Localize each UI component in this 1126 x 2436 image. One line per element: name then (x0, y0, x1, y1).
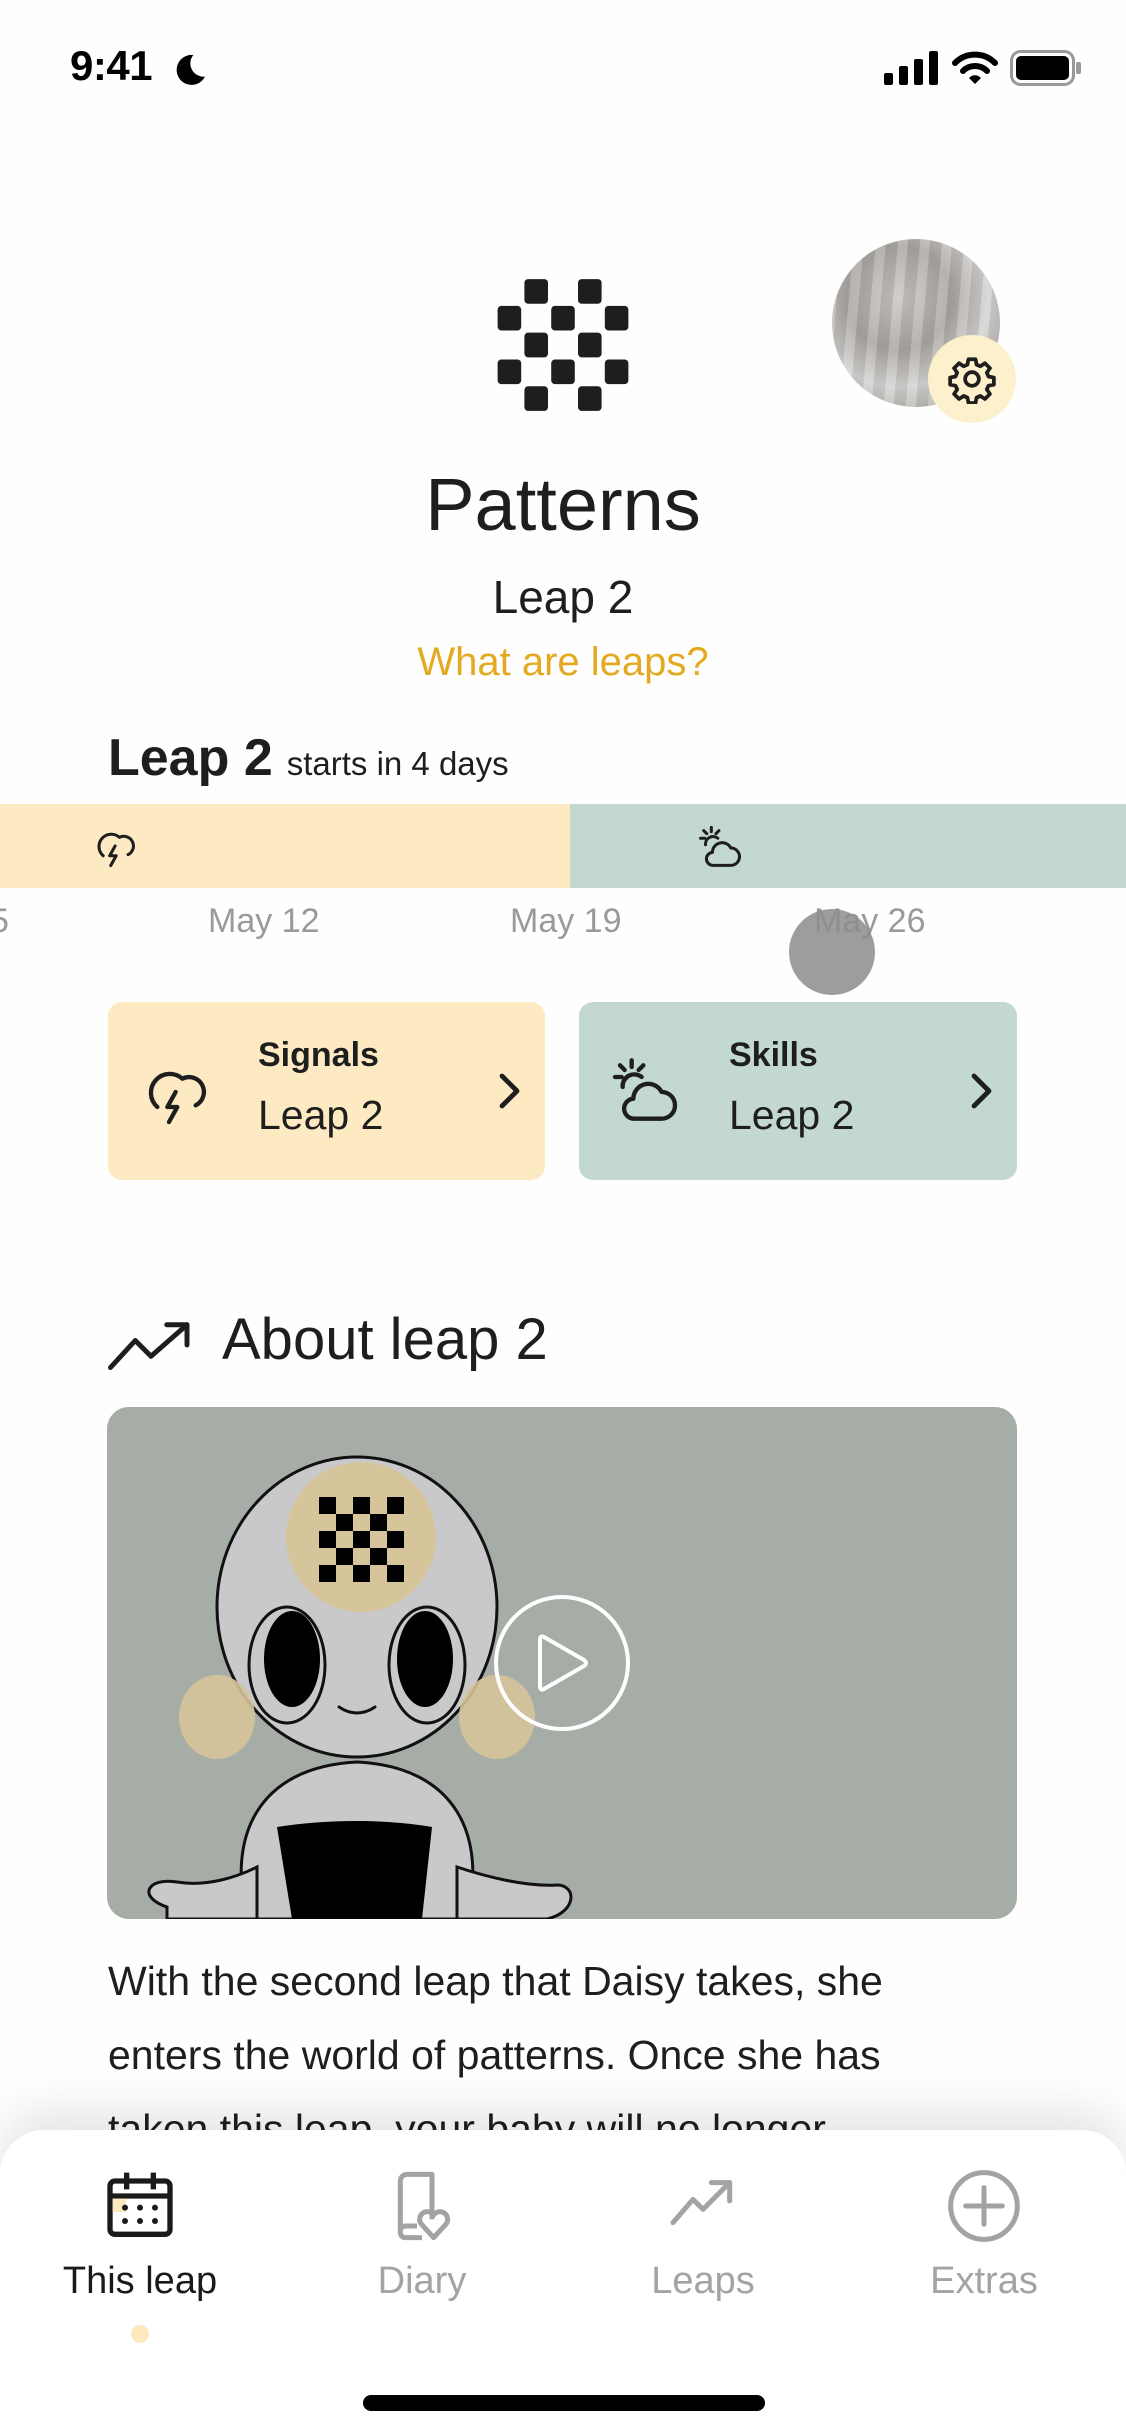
pattern-square (497, 359, 522, 385)
pattern-square (551, 305, 575, 331)
pattern-square (604, 305, 629, 331)
signals-card-subtitle: Leap 2 (258, 1092, 384, 1138)
timeline-signals-phase[interactable] (0, 804, 570, 888)
illustration-square (353, 1497, 370, 1514)
storm-cloud-icon (148, 1071, 207, 1125)
signals-card[interactable]: Signals Leap 2 (108, 1002, 545, 1180)
illustration-square (370, 1548, 387, 1565)
sun-cloud-icon (612, 1058, 678, 1121)
illustration-square (319, 1565, 336, 1582)
trending-up-icon (108, 1322, 190, 1370)
skills-card[interactable]: Skills Leap 2 (579, 1002, 1017, 1180)
timeline-skills-phase[interactable] (570, 804, 1126, 888)
illustration-square (387, 1531, 404, 1548)
cellular-signal-icon (884, 51, 938, 85)
pattern-square (524, 332, 548, 358)
signals-card-title: Signals (258, 1036, 379, 1074)
bottom-nav: This leap Diary Leaps Extras (0, 2130, 1126, 2436)
illustration-square (336, 1514, 353, 1531)
leap-countdown-text: starts in 4 days (286, 745, 509, 782)
illustration-square (319, 1497, 336, 1514)
chevron-right-icon (499, 1073, 520, 1109)
skills-card-title: Skills (729, 1036, 818, 1074)
about-paragraph-line: enters the world of patterns. Once she h… (108, 2032, 881, 2078)
illustration-square (336, 1548, 353, 1565)
battery-icon (1010, 50, 1081, 86)
plus-circle-icon (948, 2170, 1020, 2242)
skills-card-subtitle: Leap 2 (729, 1092, 855, 1138)
wifi-icon (952, 51, 998, 84)
what-are-leaps-link[interactable]: What are leaps? (0, 640, 1126, 685)
nav-label: Extras (930, 2260, 1038, 2302)
about-title: About leap 2 (222, 1307, 548, 1372)
leap-subtitle: Leap 2 (492, 571, 634, 623)
pattern-square (497, 305, 522, 331)
leap-countdown-title: Leap 2 (108, 729, 273, 787)
leap-title: Patterns (425, 463, 701, 546)
nav-item-leaps[interactable]: Leaps (603, 2166, 803, 2303)
active-tab-indicator (131, 2325, 149, 2343)
gear-icon (948, 357, 996, 404)
moon-icon (176, 54, 205, 85)
play-icon[interactable] (492, 1593, 632, 1733)
pattern-square (578, 279, 602, 304)
illustration-square (387, 1497, 404, 1514)
trending-up-icon (670, 2180, 733, 2226)
nav-item-this-leap[interactable]: This leap (40, 2166, 240, 2303)
sun-cloud-icon (698, 825, 742, 867)
video-player[interactable] (107, 1407, 1017, 1919)
home-indicator[interactable] (363, 2395, 765, 2411)
nav-label: Diary (377, 2260, 467, 2302)
illustration-square (387, 1565, 404, 1582)
status-time: 9:41 (70, 42, 153, 89)
illustration-square (353, 1565, 370, 1582)
checkerboard-pattern-icon (497, 279, 629, 411)
illustration-square (319, 1531, 336, 1548)
pattern-square (524, 279, 548, 304)
touch-indicator (789, 909, 875, 995)
nav-item-diary[interactable]: Diary (322, 2166, 522, 2303)
pattern-square (524, 386, 548, 411)
pattern-square (578, 332, 602, 358)
settings-button[interactable] (928, 335, 1016, 423)
about-paragraph-line: With the second leap that Daisy takes, s… (108, 1958, 883, 2004)
pattern-square (604, 359, 629, 385)
pattern-square (578, 386, 602, 411)
chevron-right-icon (971, 1073, 992, 1109)
nav-label: Leaps (651, 2260, 755, 2302)
timeline-date: May 12 (208, 902, 320, 940)
illustration-square (370, 1514, 387, 1531)
calendar-icon (107, 2172, 173, 2237)
leap-countdown: Leap 2 starts in 4 days (108, 728, 509, 788)
pattern-square (551, 359, 575, 385)
timeline-date: 5 (0, 902, 9, 941)
nav-item-extras[interactable]: Extras (884, 2166, 1084, 2303)
diary-heart-icon (397, 2171, 451, 2241)
storm-cloud-icon (97, 832, 135, 868)
timeline-date: May 19 (510, 902, 622, 940)
status-icons (884, 50, 1082, 86)
illustration-square (353, 1531, 370, 1548)
nav-label: This leap (62, 2260, 218, 2302)
